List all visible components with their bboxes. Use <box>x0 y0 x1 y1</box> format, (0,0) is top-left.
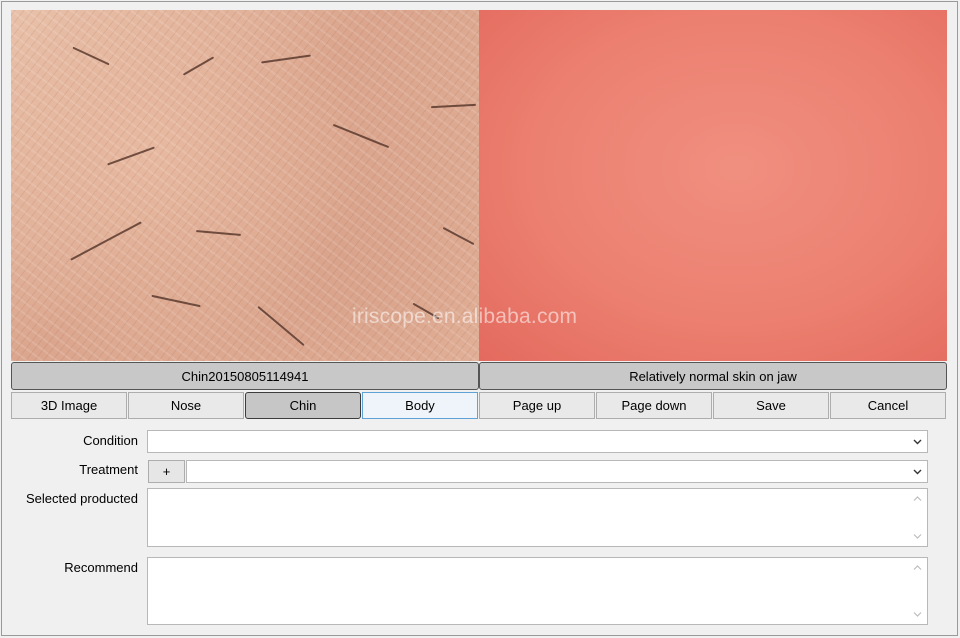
page-up-button[interactable]: Page up <box>479 392 595 419</box>
hair-strand <box>332 123 390 149</box>
hair-strand <box>442 226 475 246</box>
recommend-textarea[interactable] <box>147 557 928 625</box>
condition-select[interactable] <box>147 430 928 453</box>
hair-strand <box>72 46 110 66</box>
selected-producted-label: Selected producted <box>25 491 138 506</box>
recommend-label: Recommend <box>64 560 138 575</box>
scroll-up-arrow-icon[interactable] <box>913 564 922 571</box>
3d-image-button[interactable]: 3D Image <box>11 392 127 419</box>
hair-strand <box>151 294 201 308</box>
hair-strand <box>257 305 305 347</box>
hair-strand <box>182 56 215 76</box>
chevron-down-icon <box>913 439 922 445</box>
scroll-down-arrow-icon[interactable] <box>913 533 922 540</box>
watermark: iriscope.en.alibaba.com <box>352 305 578 328</box>
nose-button[interactable]: Nose <box>128 392 244 419</box>
scroll-up-arrow-icon[interactable] <box>913 495 922 502</box>
cancel-button[interactable]: Cancel <box>830 392 946 419</box>
image-caption-left: Chin20150805114941 <box>11 362 479 390</box>
scroll-down-arrow-icon[interactable] <box>913 611 922 618</box>
treatment-label: Treatment <box>79 462 138 477</box>
selected-producted-textarea[interactable] <box>147 488 928 547</box>
body-button[interactable]: Body <box>362 392 478 419</box>
chevron-down-icon <box>913 469 922 475</box>
hair-strand <box>195 230 242 236</box>
add-treatment-button[interactable]: + <box>148 460 185 483</box>
treatment-select[interactable] <box>186 460 928 483</box>
image-caption-right: Relatively normal skin on jaw <box>479 362 947 390</box>
save-button[interactable]: Save <box>713 392 829 419</box>
hair-strand <box>70 221 142 261</box>
hair-strand <box>430 103 477 109</box>
chin-button[interactable]: Chin <box>245 392 361 419</box>
hair-strand <box>261 54 311 64</box>
page-down-button[interactable]: Page down <box>596 392 712 419</box>
condition-label: Condition <box>83 433 138 448</box>
hair-strand <box>107 146 155 166</box>
